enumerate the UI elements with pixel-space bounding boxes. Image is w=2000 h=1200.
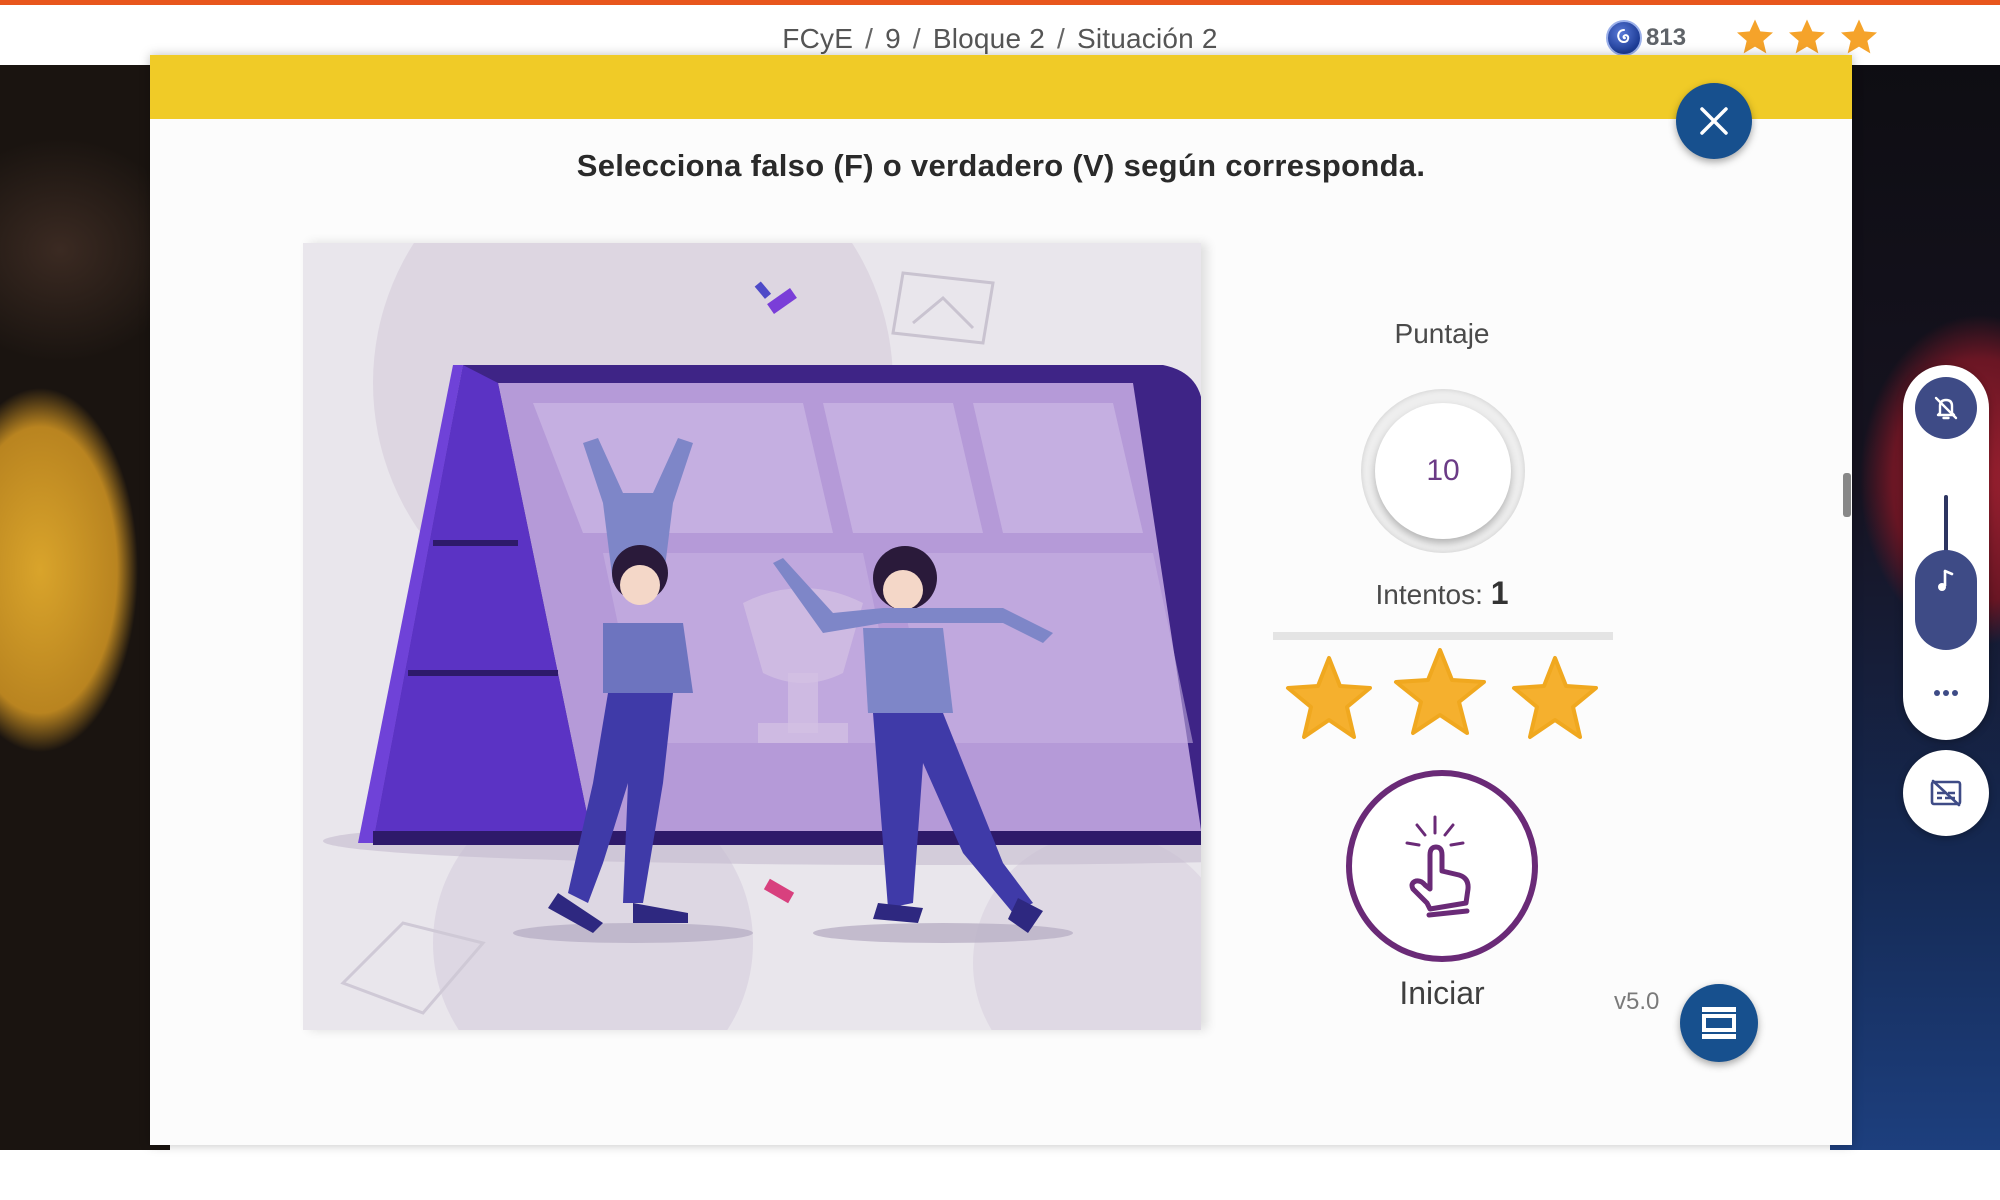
attempts-value: 1 xyxy=(1490,575,1509,611)
tap-icon xyxy=(1405,815,1471,918)
coin-counter: 813 xyxy=(1606,18,1686,58)
score-label: Puntaje xyxy=(1394,318,1490,349)
mute-button[interactable] xyxy=(1915,377,1977,439)
subtitles-off-icon xyxy=(1930,779,1962,807)
divider xyxy=(1273,632,1613,640)
panel-banner xyxy=(150,55,1852,119)
subtitles-toggle-button[interactable] xyxy=(1903,750,1989,836)
breadcrumb-separator: / xyxy=(1056,23,1065,54)
coin-count: 813 xyxy=(1646,24,1687,51)
breadcrumb-item-grade[interactable]: 9 xyxy=(885,23,901,54)
layout-icon xyxy=(1702,1007,1736,1039)
breadcrumb-item-situation: Situación 2 xyxy=(1076,23,1218,54)
breadcrumb-item-subject[interactable]: FCyE xyxy=(782,23,853,54)
header-stars xyxy=(1734,17,1880,57)
music-note-icon xyxy=(1938,569,1954,591)
star-icon xyxy=(1737,19,1773,54)
coin-icon xyxy=(1606,20,1642,56)
activity-instruction: Selecciona falso (F) o verdadero (V) seg… xyxy=(576,148,1426,183)
version-label: v5.0 xyxy=(1614,988,1660,1015)
start-label: Iniciar xyxy=(1399,975,1485,1011)
more-options-button[interactable] xyxy=(1915,673,1977,713)
star-icon xyxy=(1286,656,1372,739)
score-ring: 10 xyxy=(1361,389,1525,553)
start-button[interactable] xyxy=(1346,770,1538,962)
star-icon xyxy=(1841,19,1877,54)
breadcrumb-separator: / xyxy=(865,23,874,54)
volume-slider-handle[interactable] xyxy=(1915,550,1977,650)
result-stars xyxy=(1286,648,1598,739)
breadcrumb-separator: / xyxy=(912,23,921,54)
attempts: Intentos: 1 xyxy=(1300,575,1584,612)
activity-illustration xyxy=(303,243,1201,1030)
breadcrumb-item-block[interactable]: Bloque 2 xyxy=(933,23,1045,54)
panel-scrollbar[interactable] xyxy=(1843,473,1851,517)
celebration-illustration xyxy=(303,243,1201,1030)
volume-track[interactable] xyxy=(1944,495,1948,555)
layout-button[interactable] xyxy=(1680,984,1758,1062)
breadcrumb: FCyE / 9 / Bloque 2 / Situación 2 xyxy=(0,23,2000,55)
score-value: 10 xyxy=(1375,403,1511,539)
more-icon xyxy=(1934,690,1958,696)
attempts-label: Intentos: xyxy=(1375,579,1483,610)
background-left xyxy=(0,50,170,1150)
star-icon xyxy=(1789,19,1825,54)
media-controls xyxy=(1903,365,1989,740)
star-icon xyxy=(1512,656,1598,739)
bottom-area xyxy=(0,1150,2000,1200)
star-icon xyxy=(1394,648,1486,735)
close-icon xyxy=(1700,107,1728,135)
bell-off-icon xyxy=(1934,396,1958,420)
